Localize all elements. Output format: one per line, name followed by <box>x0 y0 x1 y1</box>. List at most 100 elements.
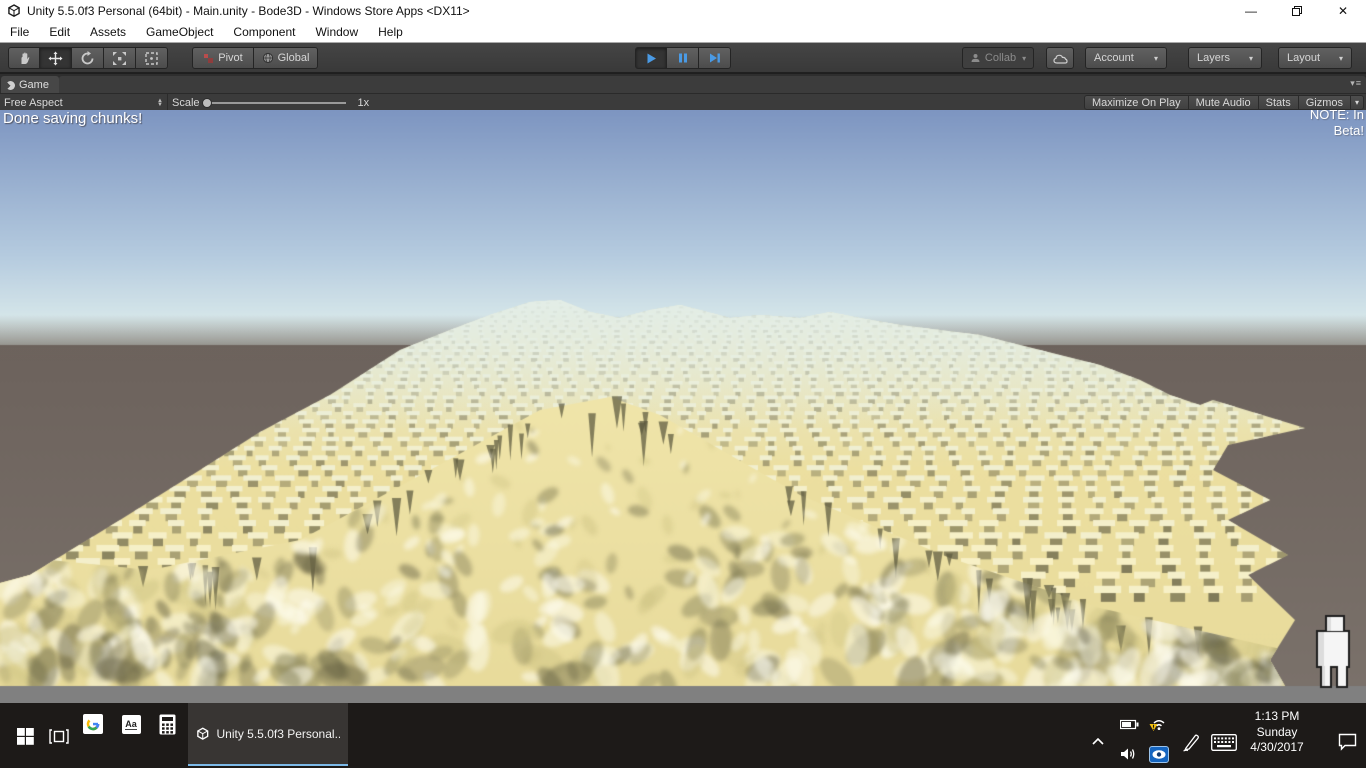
rect-tool-icon <box>144 51 159 66</box>
windows-taskbar: Aa Unity 5.5.0f3 Personal... <box>0 703 1366 768</box>
maximize-on-play-button[interactable]: Maximize On Play <box>1084 95 1189 110</box>
minimize-button[interactable]: — <box>1228 0 1274 22</box>
step-button[interactable] <box>699 47 731 69</box>
editor-toolbar: Pivot Global <box>0 43 1366 73</box>
game-tab-bar: Game ▾≡ <box>0 73 1366 93</box>
pen-icon <box>1182 733 1201 752</box>
volume-tray-icon[interactable] <box>1118 745 1140 763</box>
scale-control: Scale 1x <box>172 94 369 111</box>
unity-editor-window: Unity 5.5.0f3 Personal (64bit) - Main.un… <box>0 0 1366 768</box>
collab-icon <box>970 53 981 63</box>
restore-icon <box>1291 5 1303 17</box>
unity-task-label: Unity 5.5.0f3 Personal... <box>217 727 341 741</box>
account-dropdown[interactable]: Account ▾ <box>1085 47 1167 69</box>
tab-game[interactable]: Game <box>1 76 59 94</box>
global-label: Global <box>278 52 310 64</box>
action-center-button[interactable] <box>1334 731 1360 753</box>
scale-slider-track[interactable] <box>208 102 346 104</box>
menu-help[interactable]: Help <box>368 23 413 41</box>
unity-task-icon <box>196 727 210 741</box>
tray-expand-button[interactable] <box>1088 733 1108 749</box>
step-icon <box>708 52 721 64</box>
calculator-taskbar-button[interactable] <box>156 712 178 736</box>
pause-button[interactable] <box>667 47 699 69</box>
eye-icon <box>1149 746 1169 763</box>
close-button[interactable]: ✕ <box>1320 0 1366 22</box>
taskbar-clock[interactable]: 1:13 PM Sunday 4/30/2017 <box>1232 709 1322 756</box>
scale-label: Scale <box>172 97 200 109</box>
stats-button[interactable]: Stats <box>1258 95 1299 110</box>
menu-assets[interactable]: Assets <box>80 23 136 41</box>
menu-file[interactable]: File <box>0 23 39 41</box>
rotate-tool-button[interactable] <box>72 47 104 69</box>
layout-label: Layout <box>1287 52 1320 64</box>
google-icon <box>83 714 103 734</box>
windows-logo-icon <box>17 728 34 745</box>
unity-taskbar-task[interactable]: Unity 5.5.0f3 Personal... <box>188 703 348 766</box>
restore-button[interactable] <box>1274 0 1320 22</box>
play-button[interactable] <box>635 47 667 69</box>
chevron-down-icon: ▾ <box>1022 54 1026 63</box>
hand-tool-button[interactable] <box>8 47 40 69</box>
clock-date: 4/30/2017 <box>1232 740 1322 756</box>
globe-icon <box>262 52 274 64</box>
pivot-icon <box>203 53 214 64</box>
menu-window[interactable]: Window <box>305 23 368 41</box>
chevron-down-icon: ▾ <box>1339 54 1343 63</box>
unity-logo-icon <box>7 4 21 18</box>
speaker-icon <box>1120 747 1138 761</box>
move-tool-button[interactable] <box>40 47 72 69</box>
pivot-toggle-button[interactable]: Pivot <box>192 47 254 69</box>
layers-dropdown[interactable]: Layers ▾ <box>1188 47 1262 69</box>
rotate-icon <box>80 51 95 66</box>
global-toggle-button[interactable]: Global <box>254 47 318 69</box>
collab-dropdown[interactable]: Collab ▾ <box>962 47 1034 69</box>
scale-icon <box>112 51 127 66</box>
notification-icon <box>1338 733 1357 751</box>
rect-tool-button[interactable] <box>136 47 168 69</box>
chrome-taskbar-button[interactable] <box>82 713 104 735</box>
collab-label: Collab <box>985 52 1016 64</box>
updown-arrows-icon: ▲▼ <box>157 99 163 107</box>
menu-component[interactable]: Component <box>223 23 305 41</box>
scale-slider-knob[interactable] <box>202 98 212 108</box>
chevron-up-icon <box>1092 738 1104 745</box>
save-status-message: Done saving chunks! <box>3 110 142 127</box>
dictionary-icon: Aa <box>122 715 141 734</box>
dictionary-taskbar-button[interactable]: Aa <box>120 713 142 735</box>
task-view-button[interactable] <box>42 725 76 747</box>
calculator-icon <box>159 714 176 735</box>
pivot-label: Pivot <box>218 52 242 64</box>
title-bar: Unity 5.5.0f3 Personal (64bit) - Main.un… <box>0 0 1366 22</box>
tab-strip-empty <box>59 76 1366 94</box>
eyecare-tray-icon[interactable] <box>1148 744 1170 764</box>
move-icon <box>48 51 63 66</box>
pen-tray-icon[interactable] <box>1180 731 1202 753</box>
wifi-tray-icon[interactable] <box>1148 713 1170 733</box>
window-title: Unity 5.5.0f3 Personal (64bit) - Main.un… <box>27 4 470 18</box>
mute-audio-button[interactable]: Mute Audio <box>1188 95 1259 110</box>
menu-gameobject[interactable]: GameObject <box>136 23 223 41</box>
beta-note: NOTE: In Beta! <box>1300 107 1364 139</box>
clock-time: 1:13 PM <box>1232 709 1322 725</box>
chevron-down-icon: ▾ <box>1249 54 1253 63</box>
clock-day: Sunday <box>1232 725 1322 741</box>
start-button[interactable] <box>8 725 42 747</box>
aspect-dropdown[interactable]: Free Aspect ▲▼ <box>0 94 168 111</box>
chevron-down-icon: ▾ <box>1154 54 1158 63</box>
layout-dropdown[interactable]: Layout ▾ <box>1278 47 1352 69</box>
pause-icon <box>677 52 689 64</box>
tab-menu-icon[interactable]: ▾≡ <box>1350 78 1362 89</box>
dictionary-label: Aa <box>125 719 137 730</box>
scale-tool-button[interactable] <box>104 47 136 69</box>
battery-tray-icon[interactable] <box>1118 716 1140 732</box>
aspect-label: Free Aspect <box>4 97 63 109</box>
cloud-services-button[interactable] <box>1046 47 1074 69</box>
cloud-icon <box>1053 53 1068 64</box>
tab-game-label: Game <box>19 79 49 91</box>
voxel-terrain-scene[interactable] <box>0 110 1366 703</box>
game-viewport[interactable]: Done saving chunks! NOTE: In Beta! <box>0 110 1366 703</box>
layers-label: Layers <box>1197 52 1230 64</box>
wifi-warning-icon <box>1149 714 1169 732</box>
menu-edit[interactable]: Edit <box>39 23 80 41</box>
